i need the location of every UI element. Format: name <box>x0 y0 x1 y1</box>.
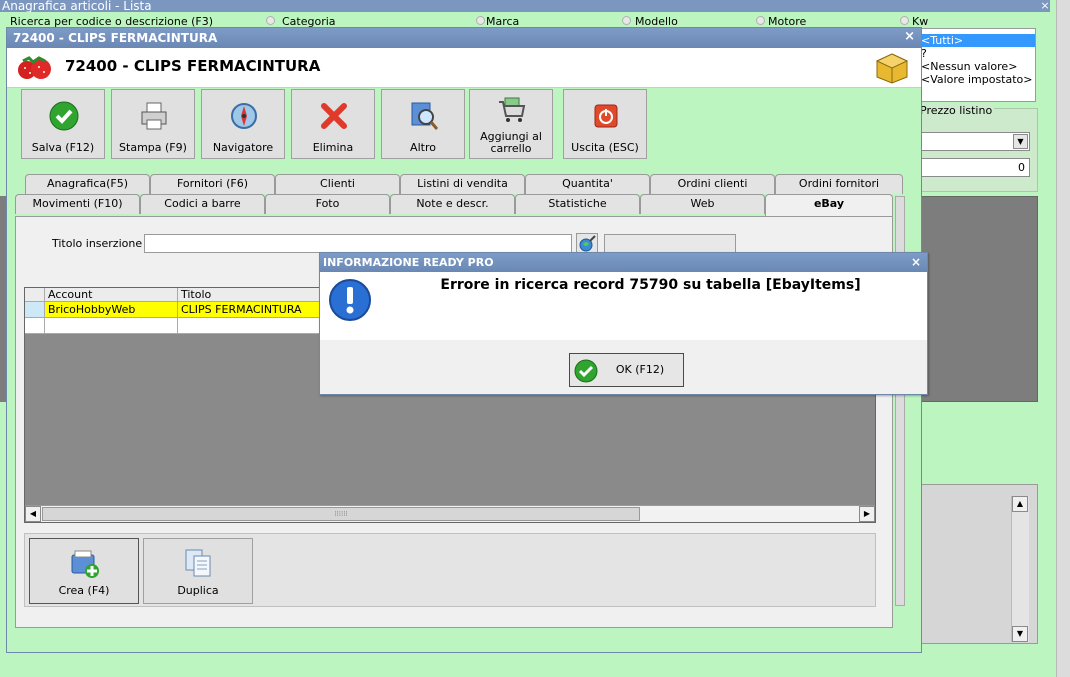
radio-icon[interactable] <box>900 16 909 25</box>
dialog-message: Errore in ricerca record 75790 su tabell… <box>440 277 861 293</box>
filter-item-no-value[interactable]: <Nessun valore> <box>913 60 1035 73</box>
tab-foto[interactable]: Foto <box>265 194 390 214</box>
print-label: Stampa (F9) <box>119 141 187 154</box>
tab-ebay[interactable]: eBay <box>765 194 893 216</box>
background-vertical-scrollbar[interactable]: ▲ ▼ <box>1011 496 1029 642</box>
article-heading: 72400 - CLIPS FERMACINTURA <box>65 57 321 75</box>
box-icon <box>875 53 909 84</box>
power-icon <box>594 104 618 128</box>
tab-movimenti[interactable]: Movimenti (F10) <box>15 194 140 214</box>
background-grid[interactable] <box>918 196 1038 402</box>
tab-anagrafica[interactable]: Anagrafica(F5) <box>25 174 150 194</box>
duplicate-label: Duplica <box>177 584 219 597</box>
exit-button[interactable]: Uscita (ESC) <box>563 89 647 159</box>
price-label: Prezzo listino <box>918 104 995 117</box>
article-header: 72400 - CLIPS FERMACINTURA <box>7 48 921 88</box>
row-indicator[interactable] <box>25 302 45 318</box>
tab-quantita[interactable]: Quantita' <box>525 174 650 194</box>
listing-title-input[interactable] <box>144 234 572 253</box>
radio-icon[interactable] <box>756 16 765 25</box>
filter-item-unknown[interactable]: ? <box>913 47 1035 60</box>
delete-button[interactable]: Elimina <box>291 89 375 159</box>
add-to-cart-button[interactable]: Aggiungi al carrello <box>469 89 553 159</box>
scroll-right-icon[interactable]: ▶ <box>859 506 875 522</box>
ok-label: OK (F12) <box>615 363 665 376</box>
tab-web[interactable]: Web <box>640 194 765 214</box>
new-row-title[interactable] <box>178 318 326 334</box>
scroll-down-icon[interactable]: ▼ <box>1012 626 1028 642</box>
save-label: Salva (F12) <box>31 141 95 154</box>
filter-item-value-set[interactable]: <Valore impostato> <box>913 73 1035 86</box>
navigator-button[interactable]: Navigatore <box>201 89 285 159</box>
tab-ordini-clienti[interactable]: Ordini clienti <box>650 174 775 194</box>
tab-listini[interactable]: Listini di vendita <box>400 174 525 194</box>
tab-ordini-fornitori[interactable]: Ordini fornitori <box>775 174 903 194</box>
listing-title-button[interactable] <box>576 233 598 254</box>
globe-edit-icon <box>579 235 596 252</box>
price-value-field[interactable]: 0 <box>918 158 1030 177</box>
navigator-label: Navigatore <box>212 141 274 154</box>
add-to-cart-label: Aggiungi al carrello <box>480 130 542 155</box>
background-window-scrollbar[interactable] <box>1056 0 1070 677</box>
table-row-title[interactable]: CLIPS FERMACINTURA <box>178 302 326 318</box>
exit-label: Uscita (ESC) <box>571 141 639 154</box>
radio-icon[interactable] <box>266 16 275 25</box>
background-close-icon[interactable]: × <box>1036 0 1054 12</box>
dialog-titlebar: INFORMAZIONE READY PRO × <box>320 253 927 272</box>
scroll-up-icon[interactable]: ▲ <box>1012 496 1028 512</box>
tab-note[interactable]: Note e descr. <box>390 194 515 214</box>
strawberry-logo-icon <box>18 56 51 79</box>
article-window-titlebar: 72400 - CLIPS FERMACINTURA × <box>7 28 921 48</box>
tab-statistiche[interactable]: Statistiche <box>515 194 640 214</box>
print-button[interactable]: Stampa (F9) <box>111 89 195 159</box>
grid-corner <box>25 288 45 302</box>
cart-icon <box>499 97 526 122</box>
price-combo[interactable]: ▼ <box>918 132 1030 151</box>
create-label: Crea (F4) <box>58 584 110 597</box>
new-row-indicator[interactable] <box>25 318 45 334</box>
compass-icon <box>231 103 257 129</box>
create-icon <box>71 550 99 578</box>
column-header-account[interactable]: Account <box>45 288 178 302</box>
tab-clienti[interactable]: Clienti <box>275 174 400 194</box>
radio-icon[interactable] <box>622 16 631 25</box>
more-label: Altro <box>410 141 436 154</box>
check-icon <box>49 101 79 131</box>
check-icon <box>574 359 598 383</box>
dialog-body: Errore in ricerca record 75790 su tabell… <box>320 272 927 340</box>
tab-codici-a-barre[interactable]: Codici a barre <box>140 194 265 214</box>
delete-x-icon <box>321 103 347 129</box>
delete-label: Elimina <box>312 141 354 154</box>
more-button[interactable]: Altro <box>381 89 465 159</box>
info-dialog: INFORMAZIONE READY PRO × Errore in ricer… <box>319 252 928 395</box>
save-button[interactable]: Salva (F12) <box>21 89 105 159</box>
article-window-title: 72400 - CLIPS FERMACINTURA <box>13 31 218 45</box>
grid-horizontal-scrollbar[interactable]: ◀ ⁞⁞⁞⁞⁞⁞ ▶ <box>25 505 875 522</box>
listing-title-label: Titolo inserzione : <box>52 237 150 250</box>
background-window-title: Anagrafica articoli - Lista <box>0 0 1050 12</box>
search-doc-icon <box>411 102 439 130</box>
ok-button[interactable]: OK (F12) <box>569 353 684 387</box>
filter-item-all[interactable]: <Tutti> <box>913 34 1035 47</box>
dialog-close-icon[interactable]: × <box>911 253 921 271</box>
scroll-left-icon[interactable]: ◀ <box>25 506 41 522</box>
grid-actions-bar: Crea (F4) Duplica <box>24 533 876 607</box>
listing-title-counter <box>604 234 736 253</box>
tab-fornitori[interactable]: Fornitori (F6) <box>150 174 275 194</box>
new-row-account[interactable] <box>45 318 178 334</box>
printer-icon <box>141 102 167 130</box>
table-row-account[interactable]: BricoHobbyWeb <box>45 302 178 318</box>
column-header-title[interactable]: Titolo <box>178 288 326 302</box>
filter-list[interactable]: <Tutti> ? <Nessun valore> <Valore impost… <box>912 28 1036 102</box>
close-icon[interactable]: × <box>904 28 915 46</box>
chevron-down-icon[interactable]: ▼ <box>1013 134 1028 149</box>
duplicate-button[interactable]: Duplica <box>143 538 253 604</box>
create-button[interactable]: Crea (F4) <box>29 538 139 604</box>
duplicate-icon <box>185 549 211 577</box>
scroll-thumb[interactable]: ⁞⁞⁞⁞⁞⁞ <box>42 507 640 521</box>
dialog-title: INFORMAZIONE READY PRO <box>323 256 494 269</box>
radio-icon[interactable] <box>476 16 485 25</box>
